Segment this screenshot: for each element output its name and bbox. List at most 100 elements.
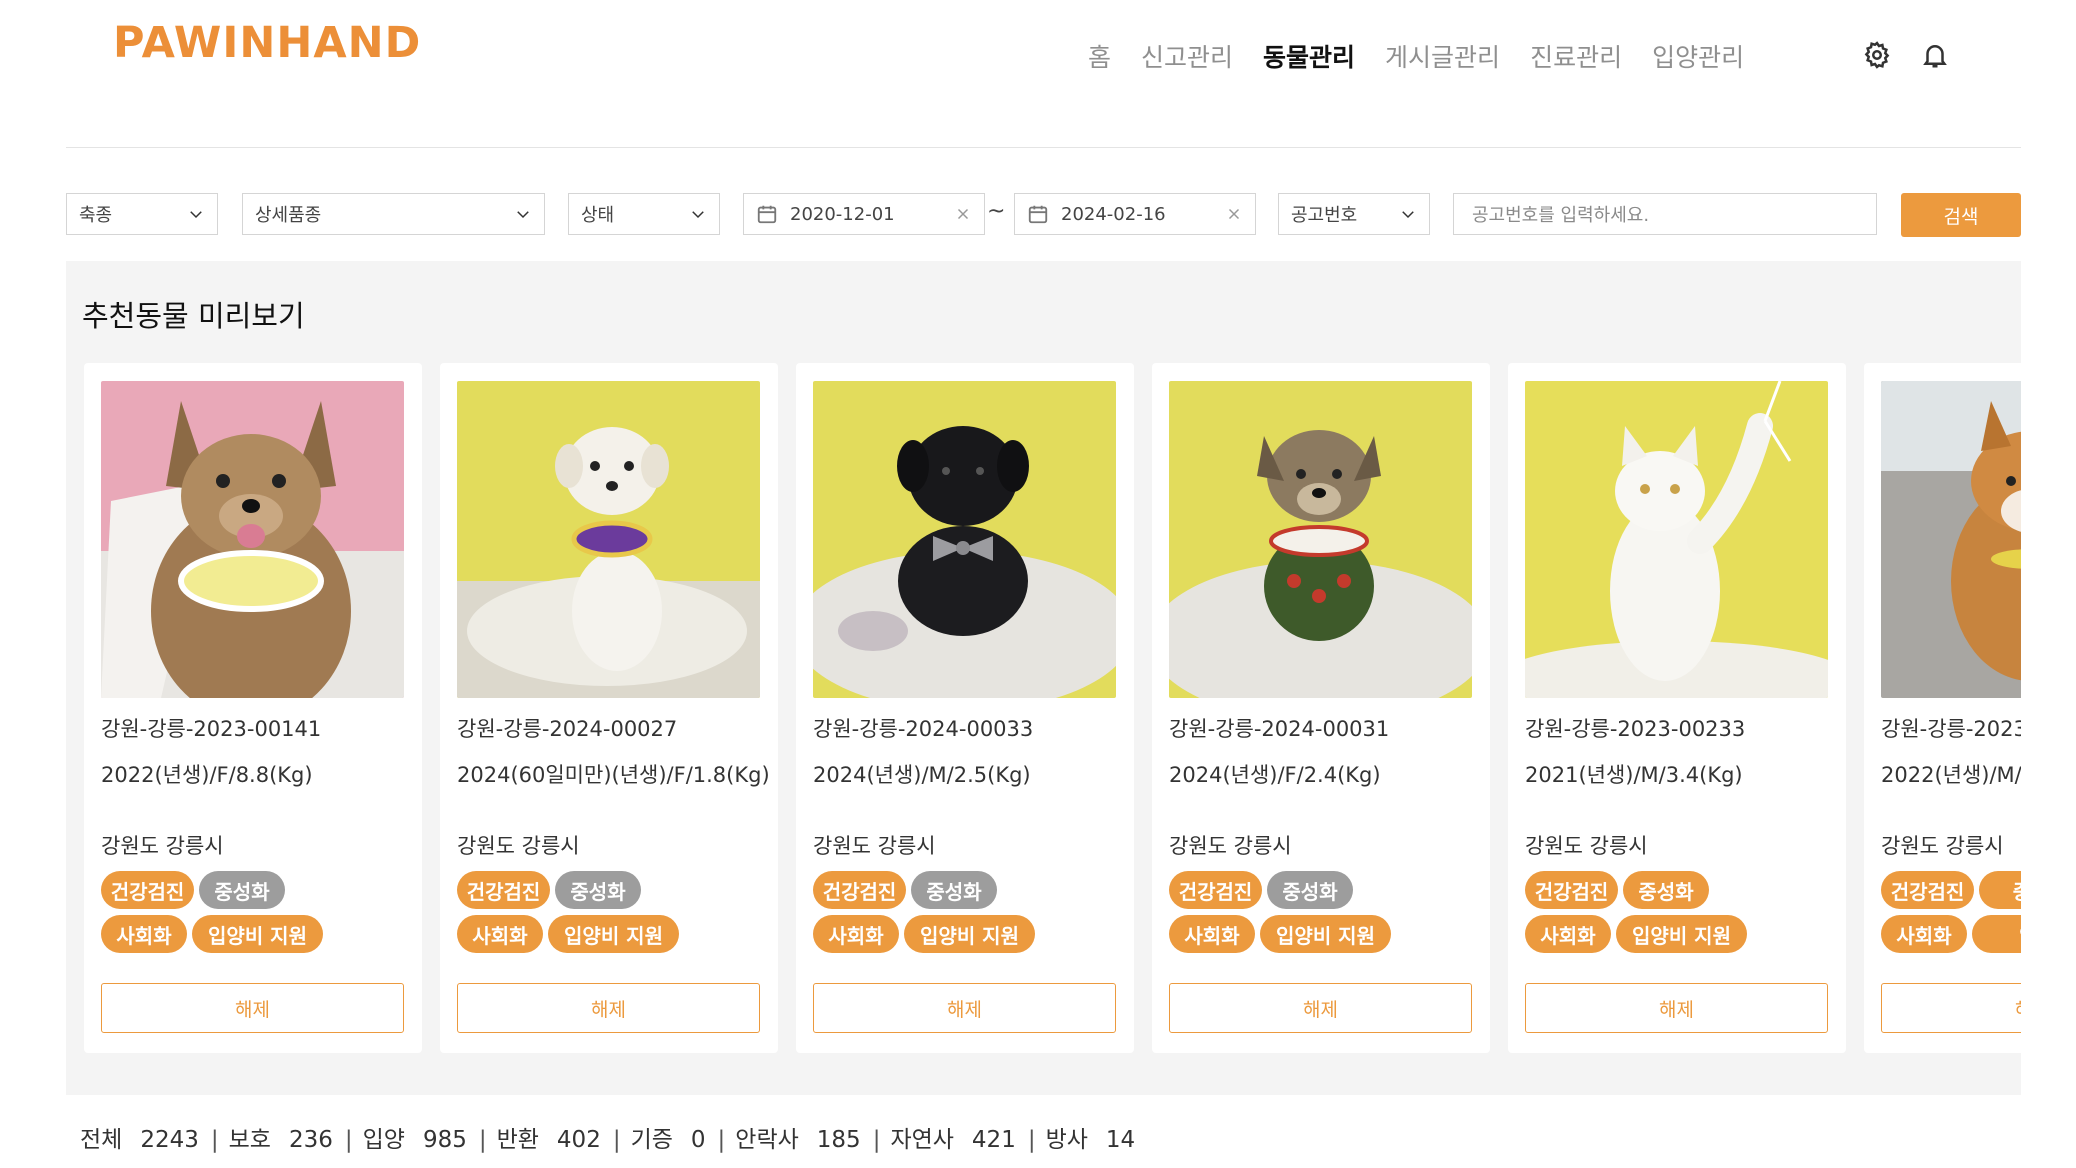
tag-socialized: 사회화: [1525, 915, 1611, 953]
tag-adoption-support: 입양비 지원: [1260, 915, 1391, 953]
stat-donated: 기증 0 |: [631, 1120, 736, 1154]
stat-value: 985: [422, 1127, 467, 1153]
chevron-down-icon: [187, 205, 205, 223]
release-button[interactable]: 해제: [1525, 983, 1828, 1033]
release-button[interactable]: 해제: [457, 983, 760, 1033]
tag-health-check: 건강검진: [1881, 871, 1974, 909]
stat-separator: |: [344, 1127, 353, 1153]
search-placeholder: 공고번호를 입력하세요.: [1472, 205, 1650, 226]
chevron-down-icon: [514, 205, 532, 223]
tag-adoption-support: 입양비 지원: [1616, 915, 1747, 953]
tag-neutered: 중성화: [199, 871, 285, 909]
notice-number: 강원-강릉-2024-00033: [813, 717, 1034, 741]
stat-value: 2243: [140, 1127, 199, 1153]
start-date-field[interactable]: 2020-12-01: [743, 193, 985, 235]
breed-select[interactable]: 상세품종: [242, 193, 545, 235]
start-date-value: 2020-12-01: [790, 203, 895, 225]
status-summary: 전체 2243 | 보호 236 | 입양 985 | 반환 402 | 기증 0 | 안락사 185…: [80, 1120, 1135, 1154]
tag-socialized: 사회화: [1881, 915, 1967, 953]
nav-item-reports[interactable]: 신고관리: [1141, 38, 1233, 74]
animal-photo: [101, 381, 404, 698]
calendar-icon: [756, 203, 778, 225]
stat-label: 입양: [362, 1127, 405, 1153]
nav-item-animals[interactable]: 동물관리: [1263, 38, 1355, 74]
clear-icon[interactable]: [1225, 205, 1243, 223]
tag-health-check: 건강검진: [101, 871, 194, 909]
status-select-label: 상태: [581, 205, 615, 226]
chevron-down-icon: [689, 205, 707, 223]
tag-neutered: 중성화: [1623, 871, 1709, 909]
tag-health-check: 건강검진: [1169, 871, 1262, 909]
notice-number: 강원-강릉-2024-00027: [457, 717, 678, 741]
stat-separator: |: [872, 1127, 881, 1153]
tag-neutered: 중성화: [555, 871, 641, 909]
stat-label: 보호: [228, 1127, 271, 1153]
animal-card[interactable]: 강원-강릉-2024-00027 2024(60일미만)(년생)/F/1.8(K…: [440, 363, 778, 1053]
animal-location: 강원도 강릉시: [457, 834, 580, 858]
tag-neutered: 중성화: [1267, 871, 1353, 909]
stat-value: 185: [816, 1127, 861, 1153]
nav-item-treatment[interactable]: 진료관리: [1530, 38, 1622, 74]
notice-number-input[interactable]: 공고번호를 입력하세요.: [1453, 193, 1877, 235]
end-date-field[interactable]: 2024-02-16: [1014, 193, 1256, 235]
animal-card[interactable]: 강원-강릉-2023 2022(년생)/M/ 강원도 강릉시 건강검진 중 사회…: [1864, 363, 2021, 1053]
calendar-icon: [1027, 203, 1049, 225]
notice-number: 강원-강릉-2023: [1881, 717, 2021, 741]
tag-adoption-support: 입양비 지원: [192, 915, 323, 953]
animal-photo: [1169, 381, 1472, 698]
animal-card[interactable]: 강원-강릉-2024-00031 2024(년생)/F/2.4(Kg) 강원도 …: [1152, 363, 1490, 1053]
stat-value: 236: [288, 1127, 333, 1153]
stat-separator: |: [478, 1127, 487, 1153]
date-range-separator: ~: [987, 199, 1006, 224]
stat-protected: 보호 236 |: [229, 1120, 363, 1154]
animal-photo: [1525, 381, 1828, 698]
card-list: 강원-강릉-2023-00141 2022(년생)/F/8.8(Kg) 강원도 …: [84, 363, 2021, 1053]
animal-photo: [1881, 381, 2021, 698]
main-nav: 홈 신고관리 동물관리 게시글관리 진료관리 입양관리: [1088, 38, 1744, 74]
search-type-select[interactable]: 공고번호: [1278, 193, 1430, 235]
species-select[interactable]: 축종: [66, 193, 218, 235]
nav-item-posts[interactable]: 게시글관리: [1385, 38, 1500, 74]
animal-card[interactable]: 강원-강릉-2023-00233 2021(년생)/M/3.4(Kg) 강원도 …: [1508, 363, 1846, 1053]
clear-icon[interactable]: [954, 205, 972, 223]
animal-location: 강원도 강릉시: [1169, 834, 1292, 858]
animal-photo: [457, 381, 760, 698]
stat-returned: 반환 402 |: [497, 1120, 631, 1154]
breed-select-label: 상세품종: [255, 205, 322, 226]
stat-separator: |: [210, 1127, 219, 1153]
animal-location: 강원도 강릉시: [1881, 834, 2004, 858]
stat-value: 421: [971, 1127, 1016, 1153]
animal-location: 강원도 강릉시: [101, 834, 224, 858]
logo[interactable]: PAWINHAND: [113, 18, 421, 68]
tag-health-check: 건강검진: [813, 871, 906, 909]
chevron-down-icon: [1399, 205, 1417, 223]
panel-title: 추천동물 미리보기: [82, 299, 305, 333]
animal-card[interactable]: 강원-강릉-2024-00033 2024(년생)/M/2.5(Kg) 강원도 …: [796, 363, 1134, 1053]
tag-socialized: 사회화: [813, 915, 899, 953]
notice-number: 강원-강릉-2024-00031: [1169, 717, 1390, 741]
release-button[interactable]: 해제: [1881, 983, 2021, 1033]
animal-card[interactable]: 강원-강릉-2023-00141 2022(년생)/F/8.8(Kg) 강원도 …: [84, 363, 422, 1053]
release-button[interactable]: 해제: [101, 983, 404, 1033]
animal-location: 강원도 강릉시: [1525, 834, 1648, 858]
tag-adoption-support: 입양비 지원: [548, 915, 679, 953]
nav-item-adoption[interactable]: 입양관리: [1652, 38, 1744, 74]
search-button[interactable]: 검색: [1901, 193, 2021, 237]
tag-health-check: 건강검진: [457, 871, 550, 909]
stat-label: 안락사: [735, 1127, 799, 1153]
nav-item-home[interactable]: 홈: [1088, 38, 1111, 74]
animal-info: 2022(년생)/F/8.8(Kg): [101, 763, 313, 787]
release-button[interactable]: 해제: [1169, 983, 1472, 1033]
release-button[interactable]: 해제: [813, 983, 1116, 1033]
stat-separator: |: [1027, 1127, 1036, 1153]
stat-label: 전체: [80, 1127, 123, 1153]
gear-icon[interactable]: [1862, 40, 1892, 70]
status-select[interactable]: 상태: [568, 193, 720, 235]
tag-socialized: 사회화: [101, 915, 187, 953]
notice-number: 강원-강릉-2023-00141: [101, 717, 322, 741]
tag-health-check: 건강검진: [1525, 871, 1618, 909]
bell-icon[interactable]: [1920, 40, 1950, 70]
stat-separator: |: [717, 1127, 726, 1153]
tag-adoption-support: 입양: [1972, 915, 2021, 953]
animal-info: 2024(년생)/F/2.4(Kg): [1169, 763, 1381, 787]
